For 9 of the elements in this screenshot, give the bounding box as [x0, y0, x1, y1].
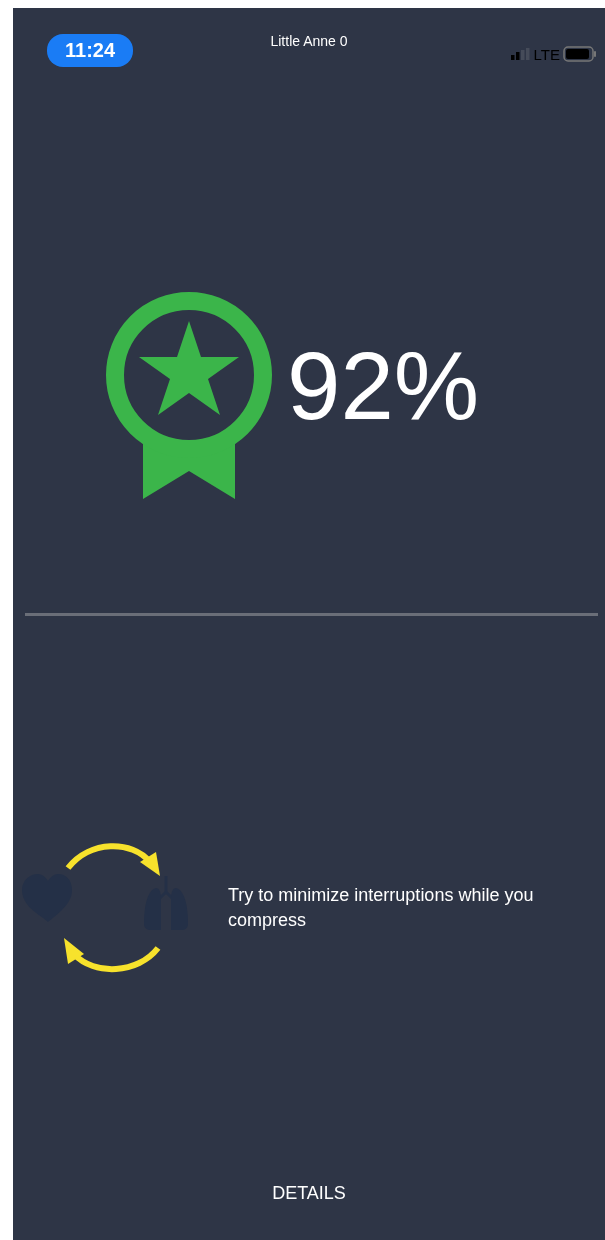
device-title: Little Anne 0	[269, 33, 349, 49]
time-pill: 11:24	[47, 33, 134, 67]
score-percentage: 92%	[287, 331, 480, 441]
award-ribbon-icon	[105, 291, 273, 501]
network-label: LTE	[533, 45, 560, 63]
details-button[interactable]: DETAILS	[260, 1175, 358, 1212]
battery-icon	[563, 46, 597, 62]
tip-text: Try to minimize interruptions while you compress	[228, 883, 535, 932]
signal-icon	[510, 48, 531, 60]
